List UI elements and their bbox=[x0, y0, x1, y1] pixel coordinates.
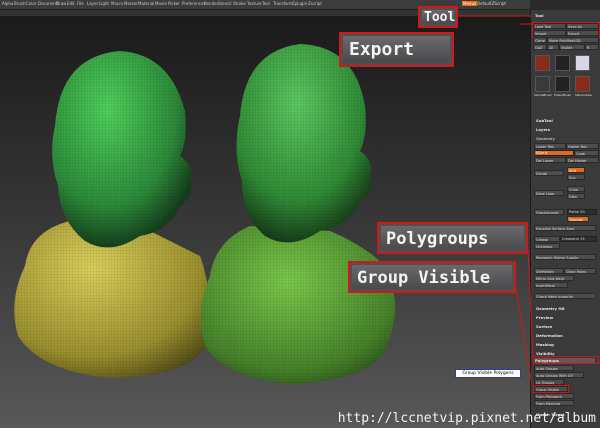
zbrush-window: Alpha Brush Color Document Draw Edit Fil… bbox=[0, 0, 600, 428]
group-visible-tooltip: Group Visible Polygons bbox=[455, 369, 521, 378]
callout-leader-lines bbox=[458, 15, 534, 386]
watermark-url: http://lccnetvip.pixnet.net/album bbox=[337, 411, 596, 426]
